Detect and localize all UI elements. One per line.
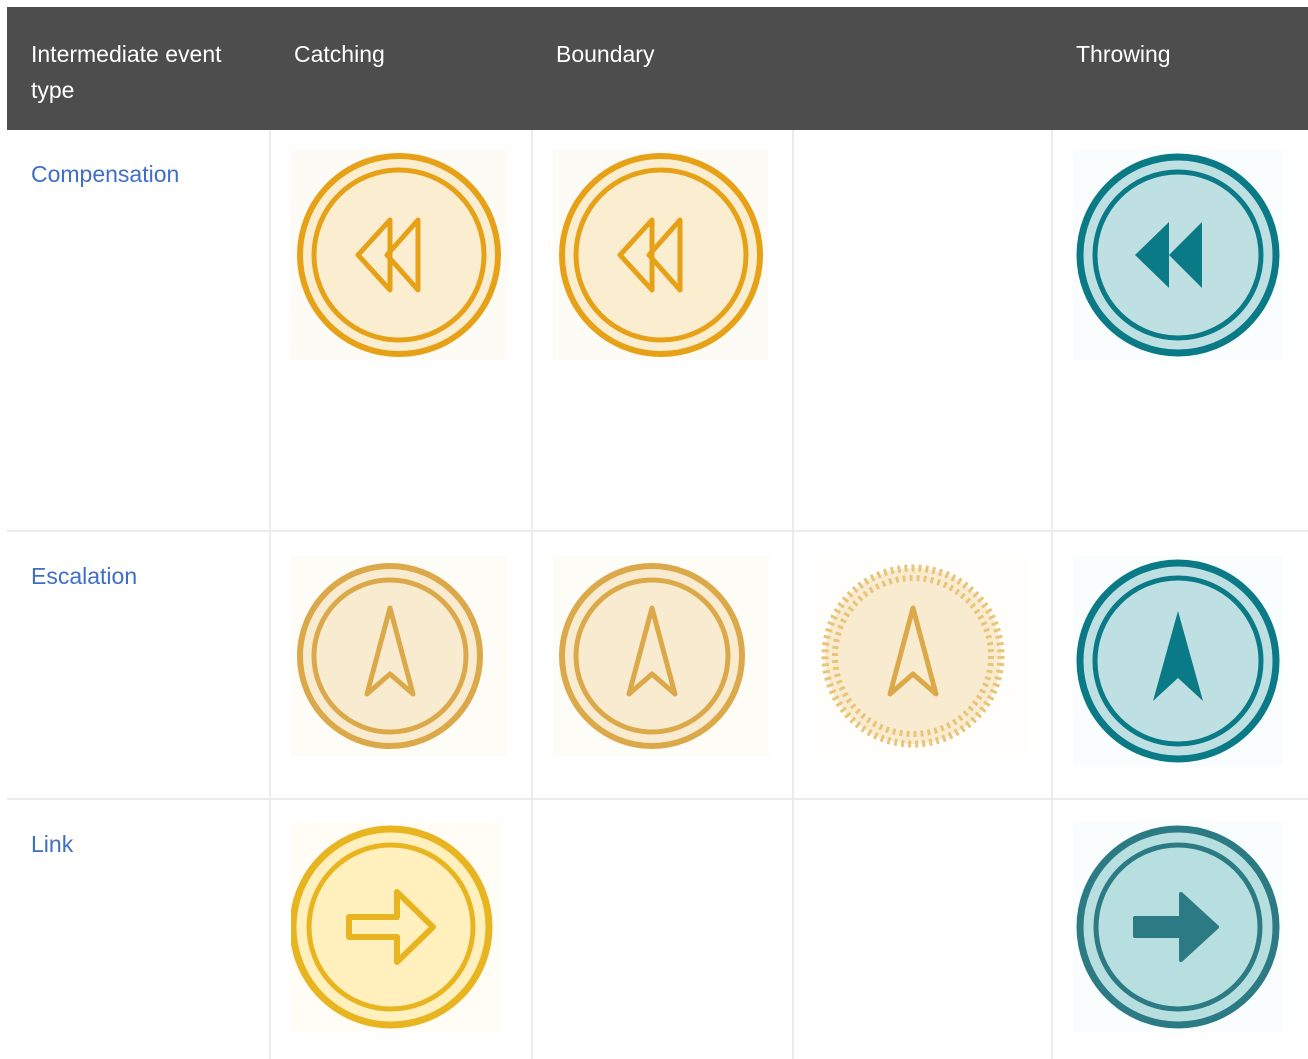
cell-compensation-label: Compensation bbox=[7, 130, 271, 532]
compensation-throwing-icon bbox=[1073, 150, 1283, 360]
cell-compensation-catching bbox=[269, 130, 533, 532]
table-row-compensation: Compensation bbox=[7, 130, 1308, 532]
header-throwing: Throwing bbox=[1052, 7, 1308, 130]
escalation-catching-icon bbox=[291, 556, 507, 756]
cell-compensation-boundary-empty bbox=[792, 130, 1053, 532]
cell-escalation-boundary-non-interrupting bbox=[792, 530, 1053, 800]
link-link[interactable]: Link bbox=[31, 828, 73, 860]
escalation-link[interactable]: Escalation bbox=[31, 560, 137, 592]
link-throwing-icon bbox=[1073, 822, 1283, 1032]
escalation-boundary-interrupting-icon bbox=[553, 556, 769, 756]
header-boundary-continued bbox=[793, 7, 1052, 130]
compensation-link[interactable]: Compensation bbox=[31, 158, 179, 190]
escalation-throwing-icon bbox=[1073, 556, 1283, 766]
table-row-escalation: Escalation bbox=[7, 530, 1308, 800]
table-header-row: Intermediate event type Catching Boundar… bbox=[7, 7, 1308, 130]
cell-compensation-boundary bbox=[531, 130, 794, 532]
cell-escalation-throwing bbox=[1051, 530, 1308, 800]
cell-compensation-throwing bbox=[1051, 130, 1308, 532]
cell-escalation-label: Escalation bbox=[7, 530, 271, 800]
event-types-table-container: Intermediate event type Catching Boundar… bbox=[7, 7, 1308, 1059]
cell-link-boundary-empty bbox=[531, 798, 794, 1059]
cell-escalation-boundary-interrupting bbox=[531, 530, 794, 800]
intermediate-event-types-table: Intermediate event type Catching Boundar… bbox=[7, 7, 1308, 1059]
cell-escalation-catching bbox=[269, 530, 533, 800]
cell-link-throwing bbox=[1051, 798, 1308, 1059]
cell-link-boundary-empty-2 bbox=[792, 798, 1053, 1059]
header-boundary: Boundary bbox=[532, 7, 793, 130]
header-catching: Catching bbox=[270, 7, 532, 130]
escalation-boundary-non-interrupting-icon bbox=[814, 556, 1030, 756]
compensation-boundary-icon bbox=[553, 150, 769, 360]
header-intermediate-event-type: Intermediate event type bbox=[7, 7, 270, 130]
compensation-catching-icon bbox=[291, 150, 507, 360]
table-row-link: Link bbox=[7, 798, 1308, 1059]
link-catching-icon bbox=[291, 822, 501, 1032]
cell-link-catching bbox=[269, 798, 533, 1059]
cell-link-label: Link bbox=[7, 798, 271, 1059]
